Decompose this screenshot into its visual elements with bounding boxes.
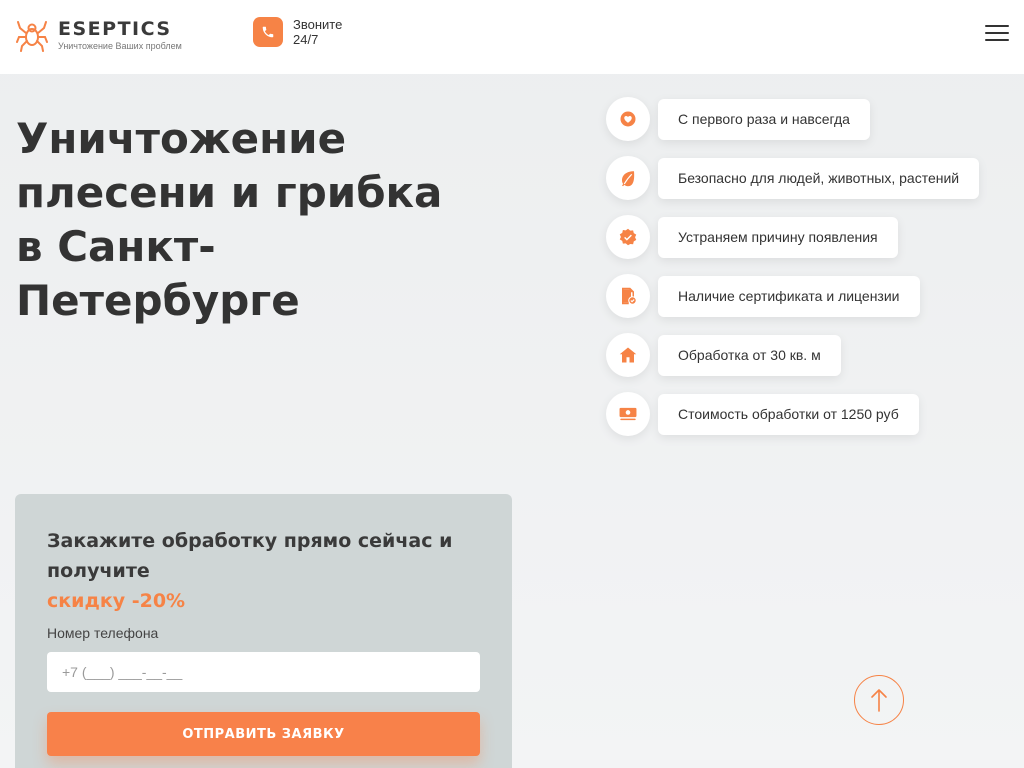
logo[interactable]: ESEPTICS Уничтожение Ваших проблем xyxy=(16,18,182,52)
house-icon xyxy=(619,347,637,363)
arrow-up-icon xyxy=(871,689,887,712)
feature-item: Обработка от 30 кв. м xyxy=(606,333,841,377)
phone-input[interactable] xyxy=(47,652,480,692)
feature-label: Стоимость обработки от 1250 руб xyxy=(658,393,919,435)
feature-label: Устраняем причину появления xyxy=(658,216,898,258)
leaf-icon xyxy=(622,171,635,187)
feature-item: Устраняем причину появления xyxy=(606,215,898,259)
feature-icon-wrap xyxy=(606,392,650,436)
feature-item: Стоимость обработки от 1250 руб xyxy=(606,392,919,436)
menu-burger-icon[interactable] xyxy=(985,25,1009,43)
spider-logo-icon xyxy=(16,21,48,52)
scroll-top-button[interactable] xyxy=(854,675,904,725)
order-discount: скидку -20% xyxy=(47,590,186,612)
order-form: Закажите обработку прямо сейчас и получи… xyxy=(15,494,512,768)
call-button[interactable] xyxy=(253,17,283,47)
feature-item: Наличие сертификата и лицензии xyxy=(606,274,920,318)
feature-label: Безопасно для людей, животных, растений xyxy=(658,157,980,199)
feature-icon-wrap xyxy=(606,215,650,259)
feature-icon-wrap xyxy=(606,333,650,377)
phone-icon xyxy=(262,26,274,38)
feature-item: Безопасно для людей, животных, растений xyxy=(606,156,980,200)
feature-label: Наличие сертификата и лицензии xyxy=(658,275,920,317)
check-badge-icon xyxy=(619,228,637,246)
feature-label: С первого раза и навсегда xyxy=(658,98,870,140)
call-label: Звоните xyxy=(293,17,343,32)
logo-subtitle: Уничтожение Ваших проблем xyxy=(58,41,182,51)
call-block: Звоните 24/7 xyxy=(253,17,342,47)
feature-label: Обработка от 30 кв. м xyxy=(658,334,841,376)
money-icon xyxy=(619,407,637,421)
page-title: Уничтожение плесени и грибка в Санкт-Пет… xyxy=(16,114,443,325)
feature-icon-wrap xyxy=(606,156,650,200)
feature-icon-wrap xyxy=(606,97,650,141)
logo-title: ESEPTICS xyxy=(58,18,172,40)
order-title: Закажите обработку прямо сейчас и получи… xyxy=(47,526,467,616)
feature-item: С первого раза и навсегда xyxy=(606,97,870,141)
certificate-icon xyxy=(622,287,637,305)
heart-icon xyxy=(620,111,636,127)
feature-icon-wrap xyxy=(606,274,650,318)
order-title-text: Закажите обработку прямо сейчас и получи… xyxy=(47,530,453,582)
call-hours: 24/7 xyxy=(293,32,319,47)
site-header: ESEPTICS Уничтожение Ваших проблем Звони… xyxy=(0,0,1024,74)
phone-label: Номер телефона xyxy=(47,625,159,641)
submit-button[interactable]: ОТПРАВИТЬ ЗАЯВКУ xyxy=(47,712,480,756)
